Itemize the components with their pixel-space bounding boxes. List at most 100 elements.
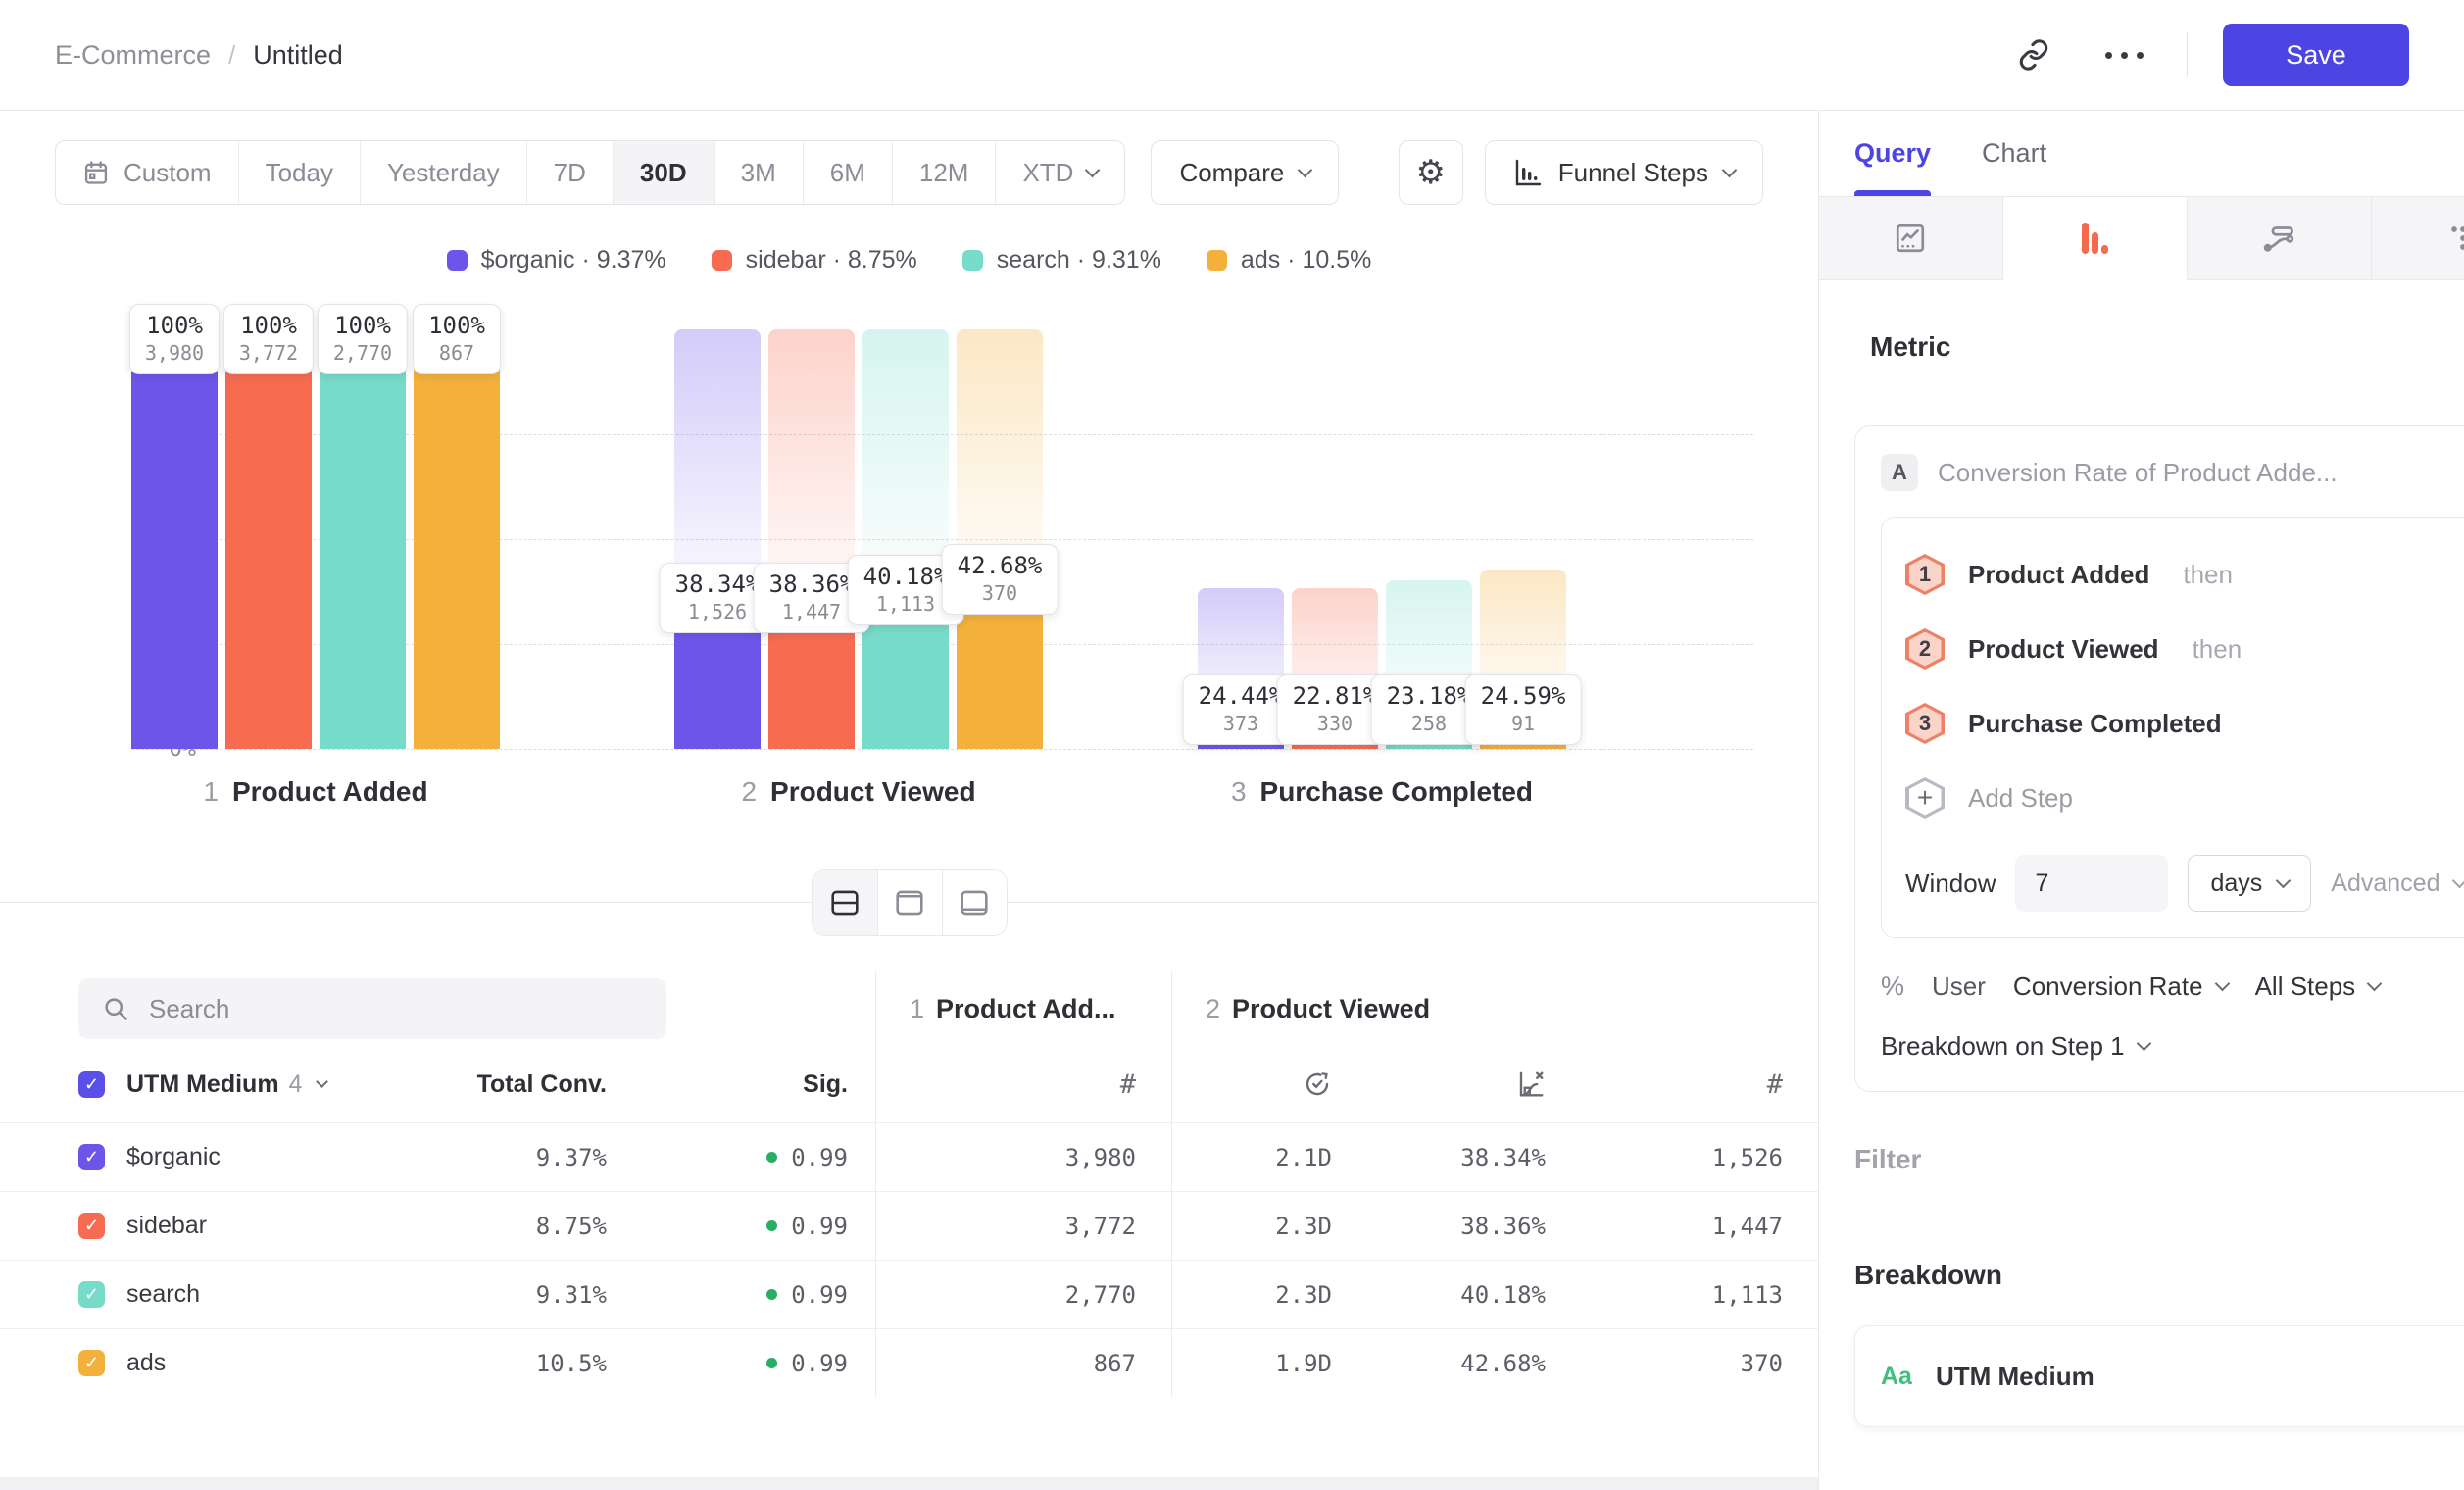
step2-conv-header[interactable]: [1367, 1046, 1581, 1122]
tab-insights-chart[interactable]: [1819, 197, 2003, 280]
bar-ghost: [768, 329, 855, 588]
select-all-checkbox[interactable]: ✓: [78, 1071, 105, 1098]
step1-count-cell: 867: [875, 1328, 1171, 1397]
step-number: 2: [1206, 994, 1220, 1024]
chevron-down-icon: [1722, 162, 1738, 177]
legend-item[interactable]: search · 9.31%: [962, 246, 1161, 274]
row-checkbox[interactable]: ✓: [78, 1281, 105, 1308]
cell-value: 1.9D: [1275, 1350, 1332, 1377]
breakdown-on-step-select[interactable]: Breakdown on Step 1: [1881, 1031, 2464, 1062]
table-search[interactable]: [78, 978, 666, 1039]
step1-count-header[interactable]: #: [875, 1046, 1171, 1122]
range-30d[interactable]: 30D: [613, 141, 714, 204]
chart-settings-button[interactable]: ⚙: [1399, 140, 1463, 205]
more-menu-button[interactable]: [2096, 27, 2151, 82]
window-value-input[interactable]: [2015, 855, 2168, 912]
table-row-name[interactable]: ✓search: [0, 1260, 451, 1328]
row-checkbox[interactable]: ✓: [78, 1144, 105, 1170]
bar-search-step2[interactable]: 40.18%1,113: [862, 329, 949, 749]
breakdown-on-label: Breakdown on Step 1: [1881, 1031, 2125, 1062]
cell-value: 8.75%: [536, 1213, 607, 1240]
range-label: 3M: [741, 158, 776, 188]
bar-value-chip: 100%2,770: [318, 304, 408, 374]
range-6m[interactable]: 6M: [803, 141, 892, 204]
bar-sidebar-step3[interactable]: 22.81%330: [1292, 329, 1378, 749]
bar-count-value: 330: [1293, 712, 1378, 735]
query-step-3[interactable]: 3Purchase Completed: [1905, 686, 2464, 761]
bar-ads-step1[interactable]: 100%867: [414, 329, 500, 749]
step1-count-cell: 3,772: [875, 1191, 1171, 1260]
chart-type-tabs: [1819, 196, 2464, 280]
bar-ads-step3[interactable]: 24.59%91: [1480, 329, 1566, 749]
chevron-down-icon: [2276, 872, 2292, 888]
toggle-chart-only-view[interactable]: [877, 870, 942, 935]
step2-avgtime-header[interactable]: [1171, 1046, 1367, 1122]
range-3m[interactable]: 3M: [714, 141, 803, 204]
row-checkbox[interactable]: ✓: [78, 1350, 105, 1376]
table-row-name[interactable]: ✓sidebar: [0, 1191, 451, 1260]
range-custom[interactable]: Custom: [56, 141, 238, 204]
step2-count-header[interactable]: #: [1581, 1046, 1818, 1122]
bar-$organic-step1[interactable]: 100%3,980: [131, 329, 218, 749]
total-conv-header[interactable]: Total Conv.: [451, 1046, 642, 1122]
steps-scope-select[interactable]: All Steps: [2255, 971, 2381, 1002]
legend-swatch: [712, 250, 732, 271]
tab-flows[interactable]: [2188, 197, 2372, 280]
bar-search-step3[interactable]: 23.18%258: [1386, 329, 1472, 749]
horizontal-scrollbar[interactable]: [0, 1477, 1818, 1490]
tab-chart[interactable]: Chart: [1982, 111, 2046, 196]
group-column-header[interactable]: ✓ UTM Medium 4: [0, 1046, 451, 1122]
total-conv-cell: 9.37%: [451, 1122, 642, 1191]
bar-sidebar-step1[interactable]: 100%3,772: [225, 329, 312, 749]
window-unit-select[interactable]: days: [2188, 855, 2311, 912]
legend-item[interactable]: $organic · 9.37%: [447, 246, 666, 274]
breakdown-property-card[interactable]: Aa UTM Medium: [1854, 1325, 2464, 1427]
legend-item[interactable]: sidebar · 8.75%: [712, 246, 917, 274]
breadcrumb-report-title[interactable]: Untitled: [253, 40, 343, 71]
query-step-1[interactable]: 1Product Addedthen: [1905, 537, 2464, 612]
bar-sidebar-step2[interactable]: 38.36%1,447: [768, 329, 855, 749]
advanced-toggle[interactable]: Advanced: [2331, 869, 2464, 898]
chevron-down-icon: [2451, 872, 2464, 888]
tab-retention-dots[interactable]: [2372, 197, 2464, 280]
range-yesterday[interactable]: Yesterday: [360, 141, 526, 204]
bar-$organic-step2[interactable]: 38.34%1,526: [674, 329, 761, 749]
tab-query[interactable]: Query: [1854, 111, 1931, 196]
query-step-2[interactable]: 2Product Viewedthen: [1905, 612, 2464, 686]
metric-title[interactable]: Conversion Rate of Product Adde...: [1938, 458, 2338, 488]
search-input[interactable]: [149, 994, 619, 1024]
compare-button[interactable]: Compare: [1151, 140, 1339, 205]
share-link-button[interactable]: [2006, 27, 2061, 82]
breadcrumb-project[interactable]: E-Commerce: [55, 40, 211, 71]
table-row-name[interactable]: ✓$organic: [0, 1122, 451, 1191]
range-label: 12M: [919, 158, 969, 188]
flows-icon: [2261, 221, 2296, 256]
range-12m[interactable]: 12M: [892, 141, 996, 204]
range-7d[interactable]: 7D: [526, 141, 613, 204]
step2-avgtime-cell: 1.9D: [1171, 1328, 1367, 1397]
range-xtd[interactable]: XTD: [995, 141, 1124, 204]
range-today[interactable]: Today: [238, 141, 360, 204]
chart-type-button[interactable]: Funnel Steps: [1485, 140, 1763, 205]
bar-count-value: 867: [428, 341, 485, 365]
entity-label[interactable]: User: [1932, 971, 1986, 1002]
row-checkbox[interactable]: ✓: [78, 1213, 105, 1239]
save-button[interactable]: Save: [2223, 24, 2409, 86]
bar-search-step1[interactable]: 100%2,770: [320, 329, 406, 749]
bar-ads-step2[interactable]: 42.68%370: [957, 329, 1043, 749]
bar-rate-value: 42.68%: [958, 552, 1043, 579]
sig-header[interactable]: Sig.: [642, 1046, 875, 1122]
bar-value-chip: 100%3,772: [223, 304, 314, 374]
sig-value: 0.99: [791, 1350, 848, 1377]
measure-select[interactable]: Conversion Rate: [2013, 971, 2228, 1002]
toggle-table-only-view[interactable]: [942, 870, 1007, 935]
table-row-name[interactable]: ✓ads: [0, 1328, 451, 1397]
add-step-button[interactable]: + Add Step: [1905, 761, 2464, 835]
bar-$organic-step3[interactable]: 24.44%373: [1198, 329, 1284, 749]
tab-funnel-bars[interactable]: [2003, 197, 2188, 280]
query-step-label: Product Viewed: [1968, 634, 2159, 665]
toggle-split-view[interactable]: [813, 870, 877, 935]
cell-value: 2.3D: [1275, 1281, 1332, 1309]
legend-item[interactable]: ads · 10.5%: [1207, 246, 1371, 274]
cell-value: 1,447: [1712, 1213, 1783, 1240]
